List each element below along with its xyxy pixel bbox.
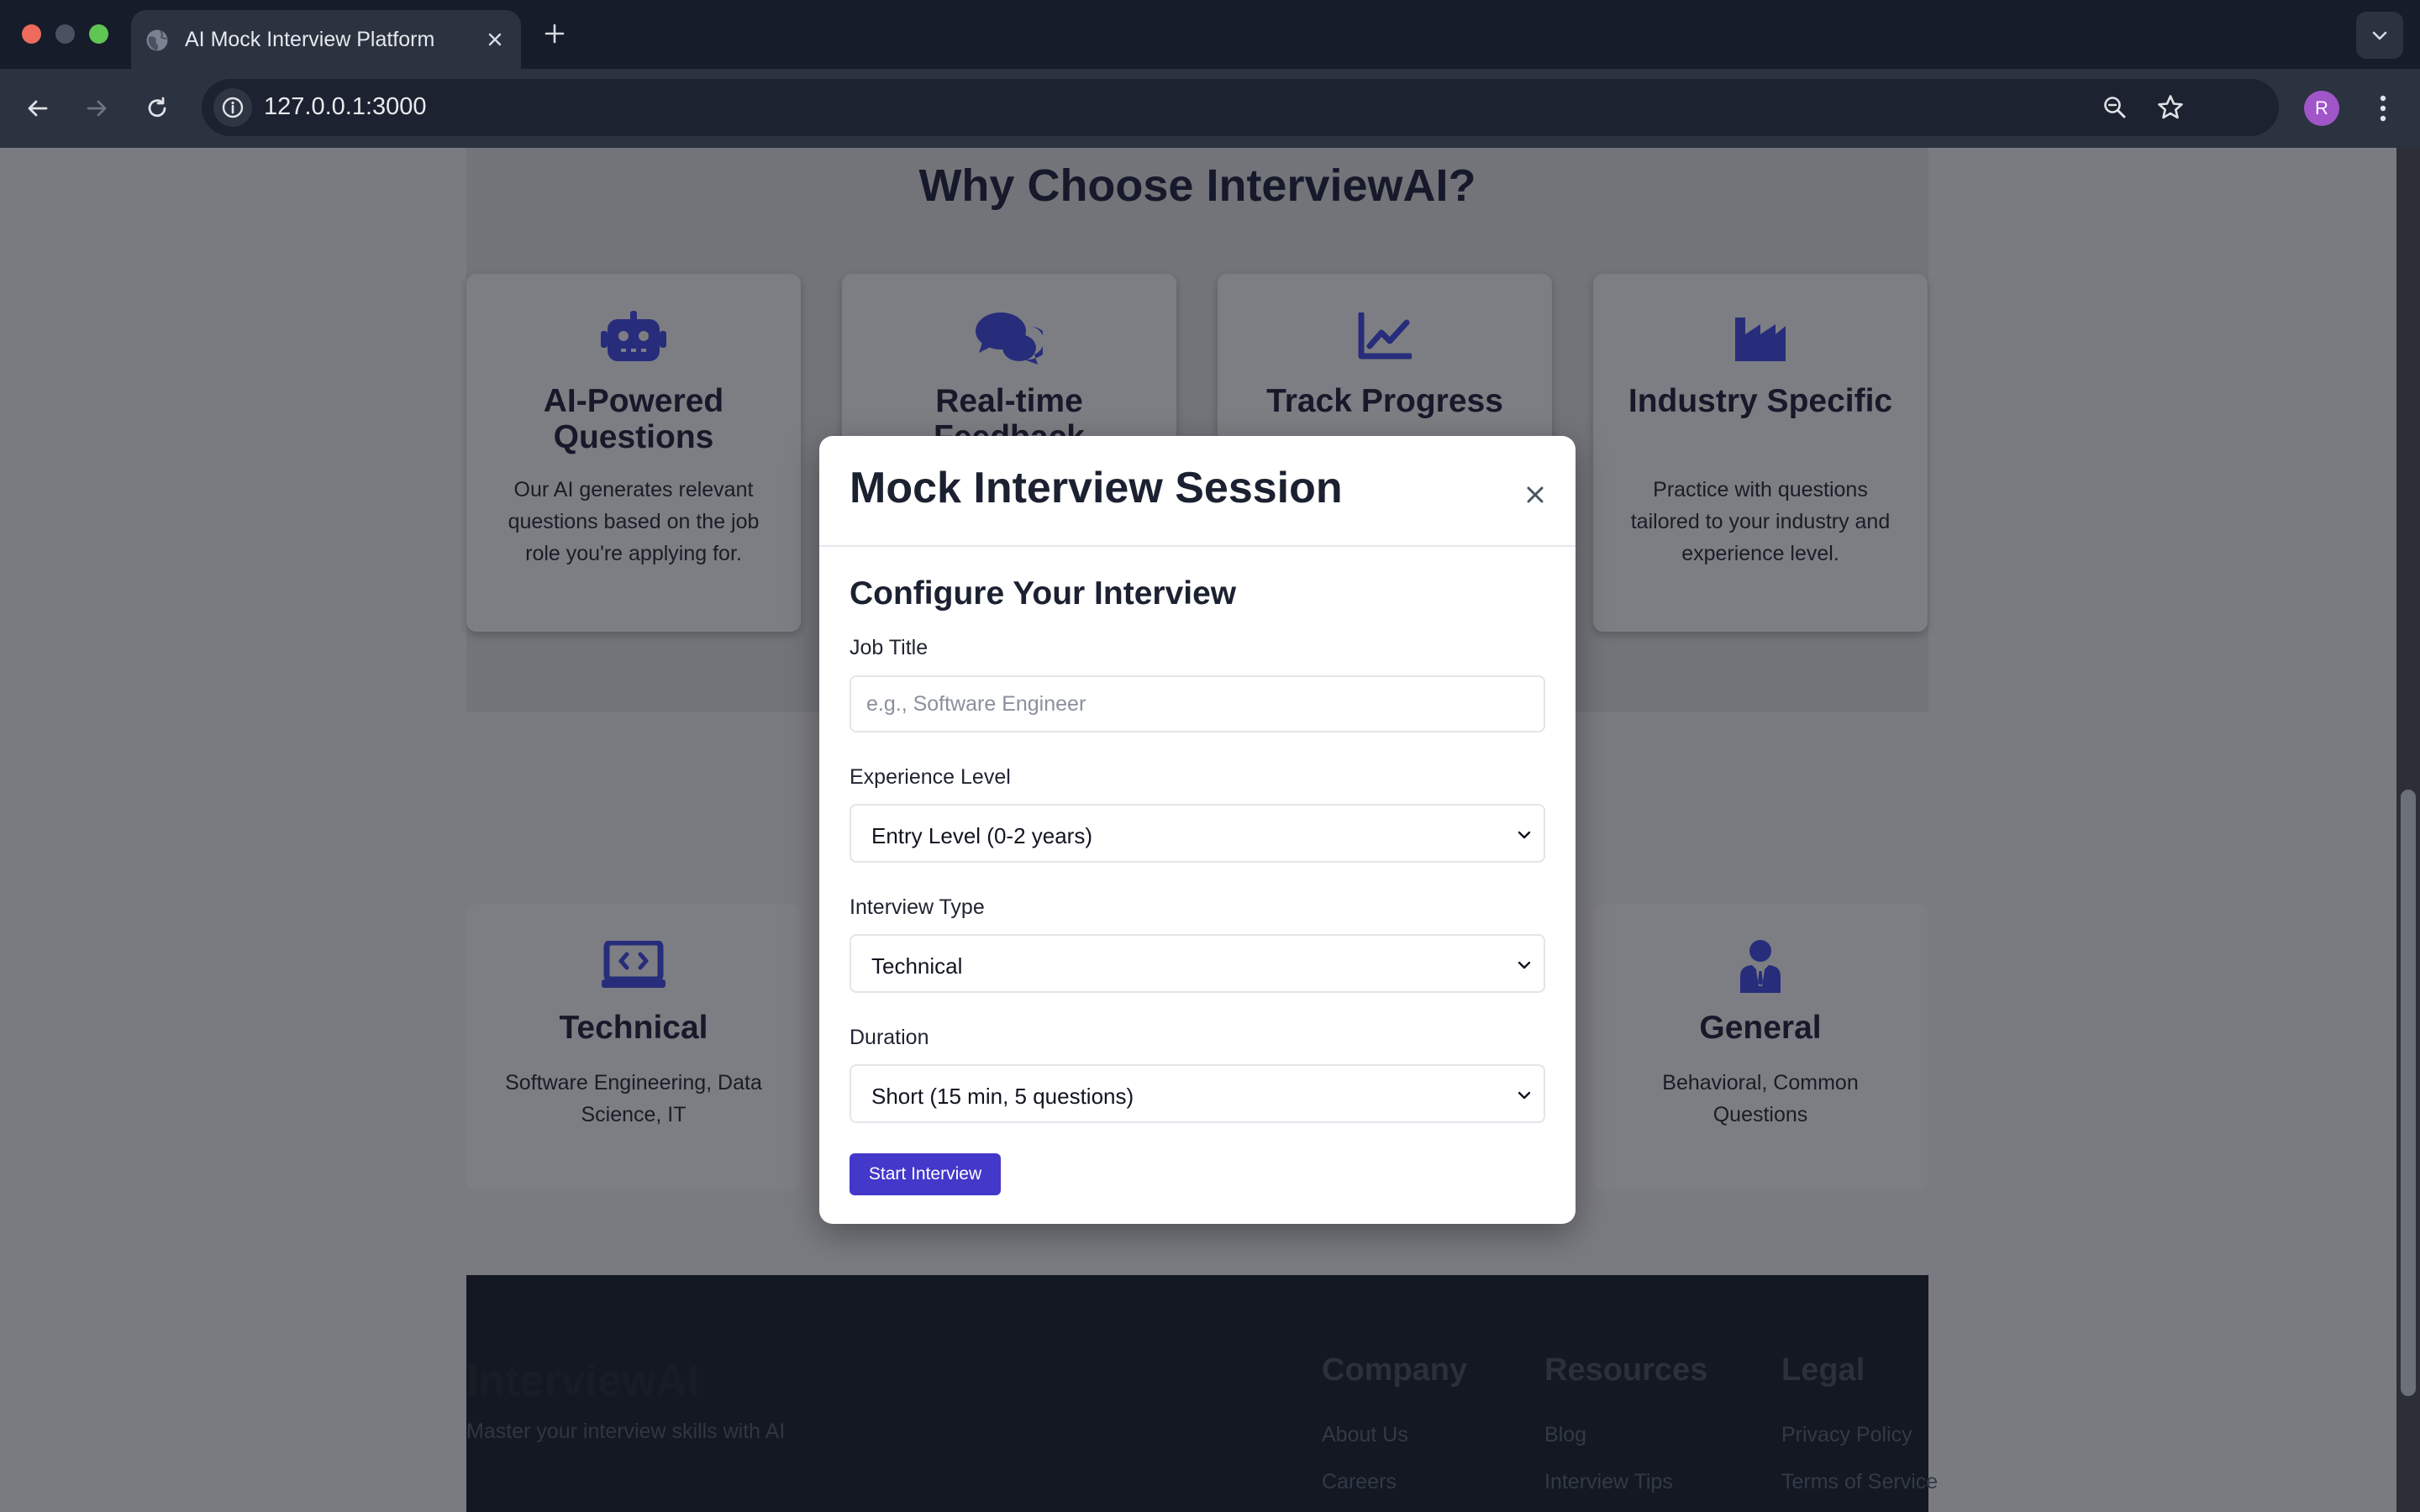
zoom-icon[interactable] [2097,90,2133,125]
footer-link-blog[interactable]: Blog [1544,1423,1586,1447]
forward-arrow-icon[interactable] [77,89,116,128]
job-title-label: Job Title [850,636,929,659]
industry-icon [1593,316,1928,361]
experience-level-value: Entry Level (0-2 years) [871,823,1092,848]
experience-level-select[interactable]: Entry Level (0-2 years) [850,804,1545,863]
profile-avatar[interactable]: R [2304,91,2339,126]
feature-title: Track Progress [1266,383,1503,419]
browser-menu-icon[interactable] [2366,89,2400,128]
globe-icon [145,28,170,53]
tab-title: AI Mock Interview Platform [185,28,435,51]
chevron-down-icon [1513,1084,1535,1106]
modal-title: Mock Interview Session [850,464,1343,512]
maximize-window-button[interactable] [89,24,108,44]
interview-type-select[interactable]: Technical [850,934,1545,993]
interview-type-value: Technical [871,953,963,979]
interview-type-label: Interview Type [850,895,985,919]
job-title-input[interactable] [850,675,1545,732]
robot-icon [466,311,801,363]
footer-tagline: Master your interview skills with AI [466,1420,786,1443]
chevron-down-icon [1513,954,1535,976]
footer-link-terms-of-service[interactable]: Terms of Service [1781,1470,1938,1494]
address-bar[interactable]: 127.0.0.1:3000 [202,79,2279,136]
site-footer: InterviewAI Master your interview skills… [466,1275,1938,1512]
tab-search-chevron-icon[interactable] [2356,12,2403,59]
close-icon[interactable] [1520,480,1550,510]
experience-level-label: Experience Level [850,765,1011,789]
interview-type-description: Software Engineering, Data Science, IT [505,1071,762,1126]
interview-type-title: Technical [559,1010,708,1046]
feature-title: Industry Specific [1628,383,1893,419]
duration-select[interactable]: Short (15 min, 5 questions) [850,1064,1545,1123]
interview-type-title: General [1699,1010,1822,1046]
feature-description: Our AI generates relevant questions base… [508,478,760,565]
site-info-icon[interactable] [213,88,252,127]
footer-link-privacy-policy[interactable]: Privacy Policy [1781,1423,1912,1447]
footer-column-title: Resources [1544,1352,1708,1388]
tab-close-icon[interactable] [481,25,509,54]
feature-title: AI-Powered Questions [543,383,724,455]
interview-type-card[interactable]: General Behavioral, Common Questions [1593,904,1928,1189]
feature-description: Practice with questions tailored to your… [1630,478,1891,565]
browser-toolbar: 127.0.0.1:3000 R [0,69,2420,148]
chart-line-icon [1218,312,1552,361]
new-tab-icon[interactable] [538,17,571,50]
modal-divider [819,545,1576,547]
user-tie-icon [1593,939,1928,993]
duration-label: Duration [850,1026,929,1049]
browser-tab-active[interactable]: AI Mock Interview Platform [131,10,521,69]
feature-card: AI-Powered Questions Our AI generates re… [466,274,801,632]
bookmark-star-icon[interactable] [2153,90,2188,125]
browser-tab-bar: AI Mock Interview Platform [0,0,2420,69]
close-window-button[interactable] [22,24,41,44]
reload-icon[interactable] [138,89,176,128]
back-arrow-icon[interactable] [18,89,57,128]
minimize-window-button[interactable] [55,24,75,44]
form-heading: Configure Your Interview [850,575,1237,612]
footer-column-title: Company [1322,1352,1468,1388]
feature-card: Industry Specific Practice with question… [1593,274,1928,632]
interview-type-description: Behavioral, Common Questions [1662,1071,1859,1126]
footer-link-careers[interactable]: Careers [1322,1470,1397,1494]
duration-value: Short (15 min, 5 questions) [871,1084,1134,1109]
url-text: 127.0.0.1:3000 [264,93,427,120]
comments-icon [842,311,1176,365]
section-title: Why Choose InterviewAI? [918,160,1476,211]
mock-interview-modal: Mock Interview Session Configure Your In… [819,436,1576,1224]
laptop-code-icon [466,941,801,990]
footer-brand: InterviewAI [466,1357,700,1405]
start-interview-button[interactable]: Start Interview [850,1153,1001,1195]
scrollbar-thumb[interactable] [2401,790,2416,1396]
footer-link-about-us[interactable]: About Us [1322,1423,1408,1447]
chevron-down-icon [1513,824,1535,846]
interview-type-card[interactable]: Technical Software Engineering, Data Sci… [466,904,801,1189]
footer-column-title: Legal [1781,1352,1865,1388]
footer-link-interview-tips[interactable]: Interview Tips [1544,1470,1673,1494]
